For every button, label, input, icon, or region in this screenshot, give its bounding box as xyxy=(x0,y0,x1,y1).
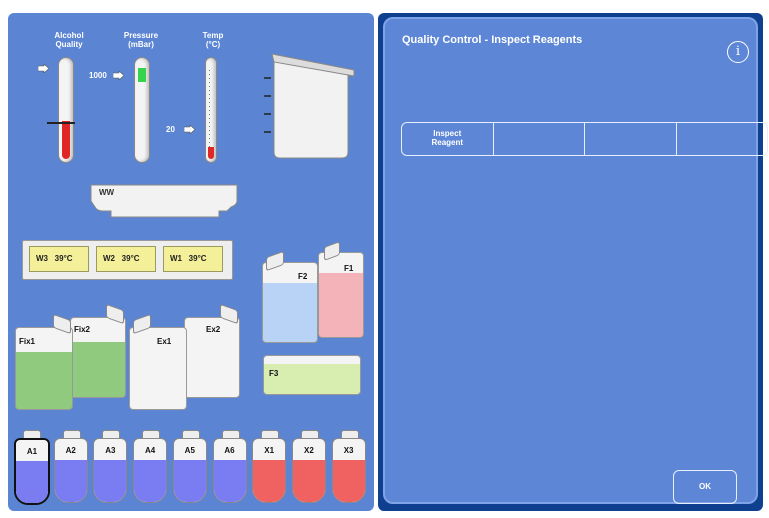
alcohol-level-arrow-icon xyxy=(38,64,49,73)
bottle-body: A5 xyxy=(172,438,207,503)
bottle-body: X3 xyxy=(331,438,366,503)
temp-value: 20 xyxy=(166,125,175,134)
instrument-status-panel: Alcohol Quality Pressure (mBar) Temp (°C) 1… xyxy=(8,13,374,511)
bottle-body: A3 xyxy=(93,438,128,503)
bottle-body: A1 xyxy=(14,438,50,505)
exchange-ex2[interactable]: Ex2 xyxy=(184,303,240,398)
temp-arrow-icon xyxy=(184,125,195,134)
bottle-body: A6 xyxy=(212,438,247,503)
bottle-fill xyxy=(292,460,325,502)
alcohol-quality-tube xyxy=(47,57,75,163)
bottle-label: A2 xyxy=(65,446,76,455)
bottle-fill xyxy=(16,461,48,503)
bottle-body: X1 xyxy=(252,438,287,503)
flask-f1[interactable]: F1 xyxy=(318,238,364,338)
bottle-body: A2 xyxy=(53,438,88,503)
bottle-label: A5 xyxy=(184,446,195,455)
tab-empty-3[interactable] xyxy=(585,123,677,155)
screen: Alcohol Quality Pressure (mBar) Temp (°C) 1… xyxy=(0,0,769,518)
bottle-label: A1 xyxy=(26,447,38,456)
fixative-fix1[interactable]: Fix1 xyxy=(15,313,73,410)
bottle-label: X3 xyxy=(343,446,354,455)
bottle-a3[interactable]: A3 xyxy=(93,430,128,503)
exchange-ex1-label: Ex1 xyxy=(157,337,172,346)
info-icon[interactable]: i xyxy=(727,41,749,63)
fixative-fix2-label: Fix2 xyxy=(74,325,91,334)
fixative-fix2[interactable]: Fix2 xyxy=(70,303,126,398)
bottle-a2[interactable]: A2 xyxy=(53,430,88,503)
bottle-label: A6 xyxy=(224,446,235,455)
pressure-tube xyxy=(134,57,150,163)
flask-f1-label: F1 xyxy=(344,264,354,273)
bottle-a5[interactable]: A5 xyxy=(172,430,207,503)
wax-bath-w1[interactable]: W1 39°C xyxy=(163,246,223,272)
bottle-body: A4 xyxy=(133,438,168,503)
bottle-fill xyxy=(134,460,167,502)
bottle-a6[interactable]: A6 xyxy=(212,430,247,503)
bottle-x1[interactable]: X1 xyxy=(252,430,287,503)
flask-f2-label: F2 xyxy=(298,272,308,281)
fixative-fix1-label: Fix1 xyxy=(19,337,36,346)
bottle-x2[interactable]: X2 xyxy=(291,430,326,503)
bottle-body: X2 xyxy=(291,438,326,503)
wax-bath-w3[interactable]: W3 39°C xyxy=(29,246,89,272)
retort-chamber xyxy=(264,53,355,159)
bottle-fill xyxy=(173,460,206,502)
tab-inspect-reagent[interactable]: Inspect Reagent xyxy=(402,123,494,155)
exchange-ex2-label: Ex2 xyxy=(206,325,221,334)
bottle-label: X2 xyxy=(303,446,314,455)
pressure-value: 1000 xyxy=(89,71,107,80)
reagent-tab-bar: Inspect Reagent xyxy=(401,122,768,156)
pressure-arrow-icon xyxy=(113,71,124,80)
flask-f2[interactable]: F2 xyxy=(262,248,318,343)
tab-empty-4[interactable] xyxy=(677,123,768,155)
bottle-fill xyxy=(213,460,246,502)
bottle-fill xyxy=(54,460,87,502)
flask-f3-label: F3 xyxy=(269,369,279,378)
alcohol-quality-label: Alcohol Quality xyxy=(54,31,84,49)
bottle-a1[interactable]: A1 xyxy=(14,430,50,505)
bottle-label: X1 xyxy=(264,446,275,455)
waste-label: WW xyxy=(99,188,115,197)
wax-bath-w2[interactable]: W2 39°C xyxy=(96,246,156,272)
panel-title: Quality Control - Inspect Reagents xyxy=(402,34,583,46)
temp-label: Temp (°C) xyxy=(202,31,224,49)
panel-inner: Quality Control - Inspect Reagents i Ins… xyxy=(383,17,768,504)
bottle-fill xyxy=(253,460,286,502)
exchange-ex1[interactable]: Ex1 xyxy=(129,313,187,410)
pressure-label: Pressure (mBar) xyxy=(123,31,159,49)
bottle-label: A4 xyxy=(144,446,156,455)
bottle-label: A3 xyxy=(105,446,116,455)
quality-control-panel: Quality Control - Inspect Reagents i Ins… xyxy=(378,13,768,511)
ok-button[interactable]: OK xyxy=(673,470,737,504)
bottle-fill xyxy=(94,460,127,502)
bottle-fill xyxy=(332,460,365,502)
bottle-x3[interactable]: X3 xyxy=(331,430,366,503)
bottle-a4[interactable]: A4 xyxy=(133,430,168,503)
flask-f3[interactable]: F3 xyxy=(263,355,361,395)
temp-tube xyxy=(205,57,217,163)
tab-empty-2[interactable] xyxy=(494,123,585,155)
